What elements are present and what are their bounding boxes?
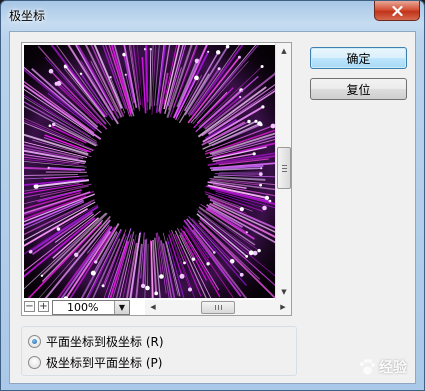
burst-spark <box>259 183 262 187</box>
burst-spark <box>124 73 127 76</box>
burst-spark <box>239 95 242 99</box>
burst-spark <box>47 166 50 169</box>
title-bar[interactable]: 极坐标 <box>1 1 424 28</box>
dialog-body: ▲ ▼ − + 100% ▼ ◀ ▶ 确定 复位 平面坐标到极坐标 (R) 极坐… <box>9 31 416 384</box>
arrow-up-icon[interactable]: ▲ <box>276 43 292 59</box>
conversion-options: 平面坐标到极坐标 (R) 极坐标到平面坐标 (P) <box>21 326 297 376</box>
burst-spark <box>213 251 216 254</box>
window-title: 极坐标 <box>9 9 46 23</box>
burst-spark <box>74 252 79 257</box>
burst-spark <box>247 119 251 124</box>
burst-spark <box>194 75 199 81</box>
polar-burst-image <box>24 45 275 298</box>
burst-spark <box>216 50 221 55</box>
preview-image[interactable] <box>24 45 275 298</box>
burst-spark <box>239 272 244 277</box>
burst-spark <box>79 72 83 75</box>
burst-spark <box>109 76 112 79</box>
burst-spark <box>254 119 258 123</box>
preview-panel: ▲ ▼ − + 100% ▼ ◀ ▶ <box>21 42 292 316</box>
burst-spark <box>179 273 185 279</box>
burst-spark <box>261 105 265 109</box>
burst-spark <box>188 287 192 292</box>
option-polar-to-rect[interactable]: 极坐标到平面坐标 (P) <box>28 354 162 370</box>
burst-spark <box>252 152 256 156</box>
vertical-scroll-thumb[interactable] <box>277 147 291 189</box>
reset-button[interactable]: 复位 <box>310 78 407 100</box>
arrow-left-icon[interactable]: ◀ <box>145 299 161 315</box>
burst-spark <box>206 262 210 266</box>
arrow-down-icon[interactable]: ▼ <box>276 284 292 300</box>
burst-spark <box>260 167 263 170</box>
close-icon <box>391 5 403 16</box>
ok-button[interactable]: 确定 <box>310 47 407 69</box>
burst-spark <box>260 65 264 68</box>
dialog-window: 极坐标 ▲ ▼ − + 100% ▼ ◀ ▶ 确定 复位 平面坐标到极坐标 (R… <box>0 0 425 391</box>
burst-spark <box>48 124 52 127</box>
horizontal-scrollbar[interactable]: ◀ ▶ <box>145 300 291 315</box>
burst-spark <box>259 123 263 127</box>
burst-spark <box>145 285 150 291</box>
burst-spark <box>237 55 241 59</box>
horizontal-scroll-thumb[interactable] <box>201 301 235 314</box>
burst-spark <box>56 227 61 231</box>
burst-spark <box>140 283 146 289</box>
burst-spark <box>245 255 249 258</box>
chevron-down-icon[interactable]: ▼ <box>114 301 129 314</box>
burst-spark <box>217 67 221 71</box>
burst-spark <box>257 248 261 253</box>
burst-spark <box>48 68 54 74</box>
close-button[interactable] <box>374 1 420 21</box>
burst-spark <box>258 172 263 176</box>
burst-spark <box>154 291 159 296</box>
zoom-in-button[interactable]: + <box>38 301 49 312</box>
burst-spark <box>90 270 96 276</box>
burst-spark <box>101 284 105 288</box>
option-rect-to-polar-label: 平面坐标到极坐标 (R) <box>46 334 164 349</box>
watermark: 经验 <box>358 357 407 377</box>
burst-spark <box>183 261 186 265</box>
watermark-text: 经验 <box>379 360 407 376</box>
arrow-right-icon[interactable]: ▶ <box>275 299 291 315</box>
burst-spark <box>207 50 210 53</box>
radio-selected-icon[interactable] <box>28 334 41 348</box>
vertical-scrollbar[interactable]: ▲ ▼ <box>275 43 291 300</box>
option-polar-to-rect-label: 极坐标到平面坐标 (P) <box>46 355 163 370</box>
burst-spark <box>149 48 152 51</box>
burst-ray <box>214 172 261 175</box>
burst-spark <box>40 274 44 277</box>
baidu-paw-logo <box>360 359 375 375</box>
zoom-out-button[interactable]: − <box>24 301 35 312</box>
burst-spark <box>262 205 267 211</box>
zoom-select[interactable]: 100% ▼ <box>52 300 130 315</box>
option-rect-to-polar[interactable]: 平面坐标到极坐标 (R) <box>28 333 164 349</box>
burst-spark <box>264 195 270 201</box>
burst-spark <box>159 274 164 279</box>
zoom-value: 100% <box>67 301 99 314</box>
radio-unselected-icon[interactable] <box>28 355 41 369</box>
